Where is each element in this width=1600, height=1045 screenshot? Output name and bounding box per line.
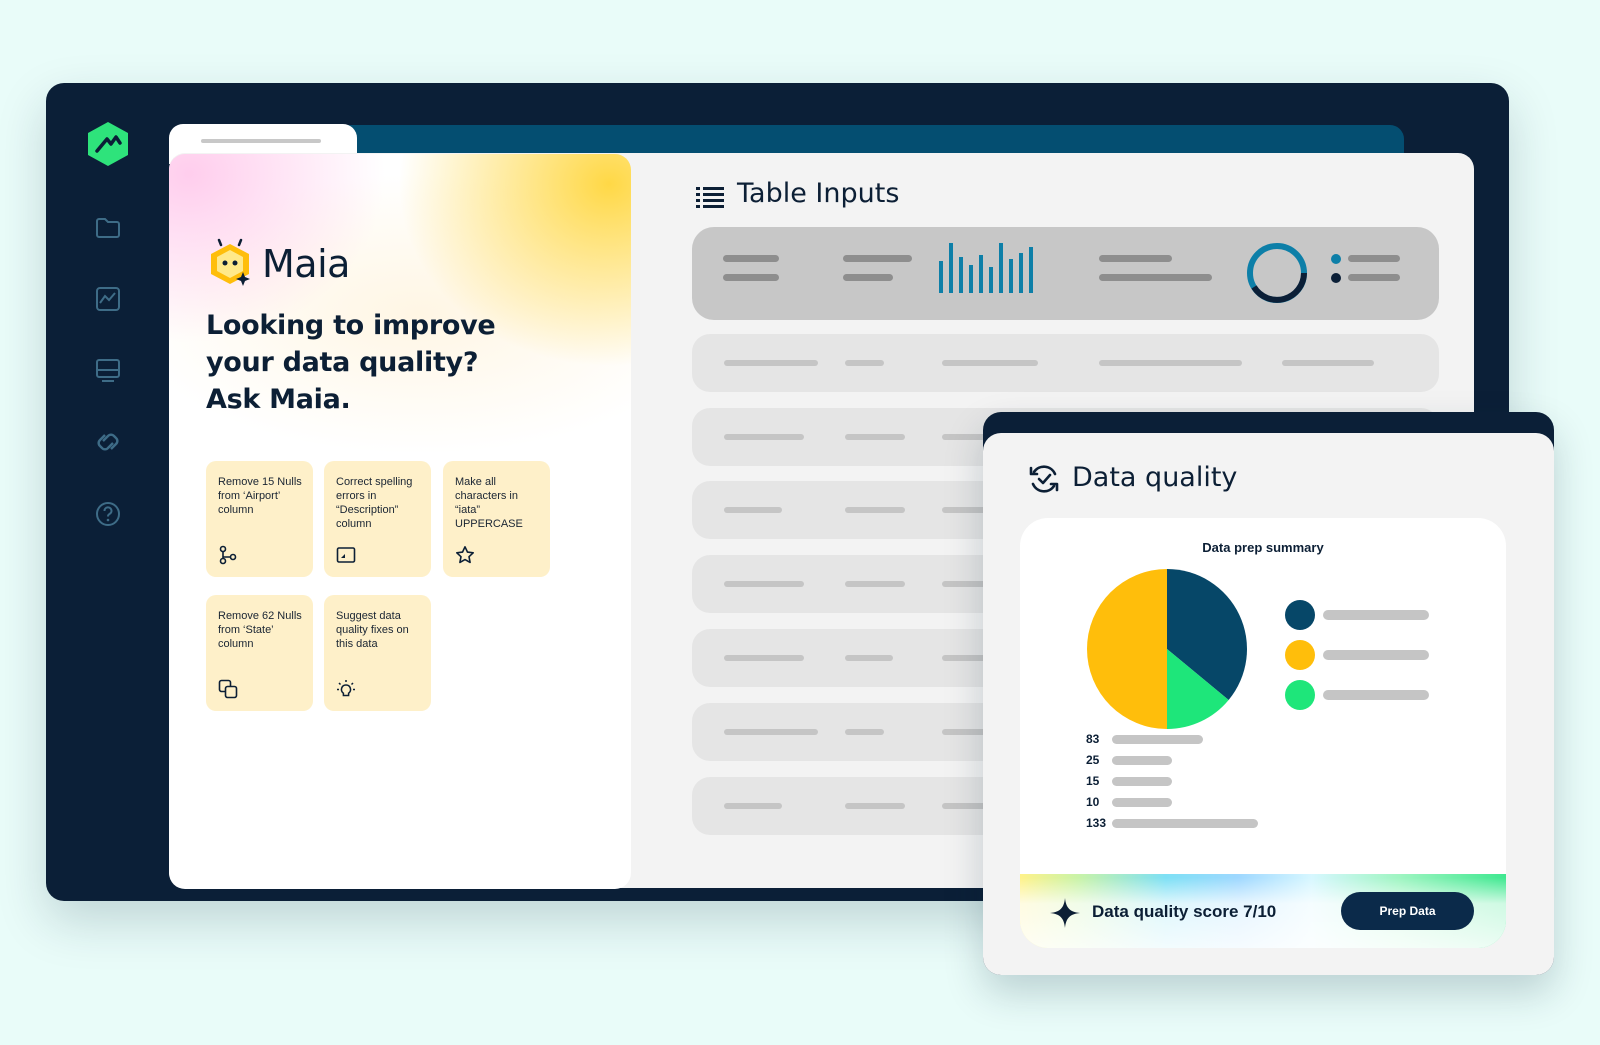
bar-mark — [1112, 819, 1258, 828]
bar-value-label: 25 — [1086, 753, 1100, 767]
cell-placeholder — [724, 507, 782, 513]
bar-value-label: 15 — [1086, 774, 1100, 788]
sparkle-icon — [1050, 898, 1080, 928]
bar-value-label: 83 — [1086, 732, 1100, 746]
cell-placeholder — [724, 655, 804, 661]
header-placeholder — [843, 274, 893, 281]
prompt-label: Remove 62 Nulls from ‘State’ column — [218, 610, 302, 650]
maia-name: Maia — [262, 242, 350, 286]
summary-title: Data prep summary — [1202, 540, 1324, 555]
data-prep-summary-panel: Data prep summary Data quality score 7/1… — [1020, 518, 1506, 948]
prompt-label: Remove 15 Nulls from ‘Airport’ column — [218, 476, 302, 516]
cell-placeholder — [1282, 360, 1374, 366]
cell-placeholder — [1099, 360, 1242, 366]
data-quality-title: Data quality — [1072, 462, 1238, 493]
cell-placeholder — [845, 360, 884, 366]
header-placeholder — [1099, 274, 1212, 281]
legend-dot — [1331, 254, 1341, 264]
table-row[interactable] — [692, 334, 1439, 392]
legend-dot-yellow — [1285, 640, 1315, 670]
bar-mark — [1112, 735, 1203, 744]
prompt-label: Make all characters in “iata” UPPERCASE — [455, 476, 523, 530]
maia-logo-icon — [211, 238, 250, 286]
cell-placeholder — [845, 803, 905, 809]
pie-slice-2 — [1087, 569, 1167, 729]
pie-chart — [1087, 569, 1247, 729]
cell-placeholder — [724, 581, 804, 587]
link-icon[interactable] — [94, 428, 122, 456]
prompt-label: Correct spelling errors in “Description”… — [336, 476, 413, 530]
image-frame-icon — [336, 547, 356, 563]
cell-placeholder — [845, 729, 884, 735]
bar-mark — [1112, 798, 1172, 807]
header-placeholder — [723, 274, 779, 281]
branch-icon — [219, 545, 237, 565]
tab-title-placeholder — [201, 139, 321, 143]
header-placeholder — [723, 255, 779, 262]
maia-headline: Looking to improve your data quality? As… — [206, 307, 506, 418]
bar-value-label: 10 — [1086, 795, 1100, 809]
data-quality-score: Data quality score 7/10 — [1092, 902, 1277, 921]
legend-label-placeholder — [1323, 690, 1429, 700]
cell-placeholder — [724, 803, 782, 809]
table-inputs-title: Table Inputs — [737, 178, 900, 209]
cell-placeholder — [724, 434, 804, 440]
maia-panel: Maia Looking to improve your data qualit… — [169, 154, 631, 889]
table-header-row[interactable] — [692, 227, 1439, 320]
help-icon[interactable] — [94, 500, 122, 528]
legend-label-placeholder — [1323, 610, 1429, 620]
prompt-card-uppercase-iata[interactable]: Make all characters in “iata” UPPERCASE — [443, 461, 550, 577]
prompt-card-remove-nulls-state[interactable]: Remove 62 Nulls from ‘State’ column — [206, 595, 313, 711]
bar-value-label: 133 — [1086, 816, 1107, 830]
headline-line-3: Ask Maia. — [206, 384, 351, 415]
legend-label-placeholder — [1323, 650, 1429, 660]
legend-dot-green — [1285, 680, 1315, 710]
cell-placeholder — [942, 360, 1038, 366]
prep-data-button[interactable]: Prep Data — [1341, 892, 1474, 930]
star-icon — [456, 546, 474, 564]
prompt-card-correct-spelling[interactable]: Correct spelling errors in “Description”… — [324, 461, 431, 577]
copy-icon — [218, 679, 238, 699]
score-strip: Data quality score 7/10 Prep Data — [1020, 874, 1506, 948]
bar-mark — [1112, 777, 1172, 786]
headline-line-1: Looking to improve — [206, 310, 496, 341]
headline-line-2: your data quality? — [206, 347, 479, 378]
bar-mark — [1112, 756, 1172, 765]
prompt-card-suggest-fixes[interactable]: Suggest data quality fixes on this data — [324, 595, 431, 711]
legend-dot-navy — [1285, 600, 1315, 630]
legend-dot — [1331, 273, 1341, 283]
list-icon — [696, 187, 724, 208]
cell-placeholder — [845, 434, 905, 440]
monitor-icon[interactable] — [94, 357, 122, 385]
header-placeholder — [1348, 255, 1400, 262]
lightbulb-icon — [337, 680, 355, 697]
cell-placeholder — [845, 507, 905, 513]
header-placeholder — [1348, 274, 1400, 281]
header-placeholder — [1099, 255, 1172, 262]
chart-icon[interactable] — [94, 285, 122, 313]
cell-placeholder — [724, 729, 818, 735]
mini-donut-chart — [1247, 243, 1307, 303]
cell-placeholder — [845, 581, 905, 587]
cell-placeholder — [724, 360, 818, 366]
app-logo-icon[interactable] — [87, 121, 129, 167]
prompt-card-remove-nulls-airport[interactable]: Remove 15 Nulls from ‘Airport’ column — [206, 461, 313, 577]
mini-bar-chart — [939, 243, 1033, 293]
cell-placeholder — [845, 655, 893, 661]
header-placeholder — [843, 255, 912, 262]
refresh-check-icon — [1029, 465, 1059, 493]
folder-icon[interactable] — [94, 214, 122, 242]
prompt-label: Suggest data quality fixes on this data — [336, 610, 409, 650]
